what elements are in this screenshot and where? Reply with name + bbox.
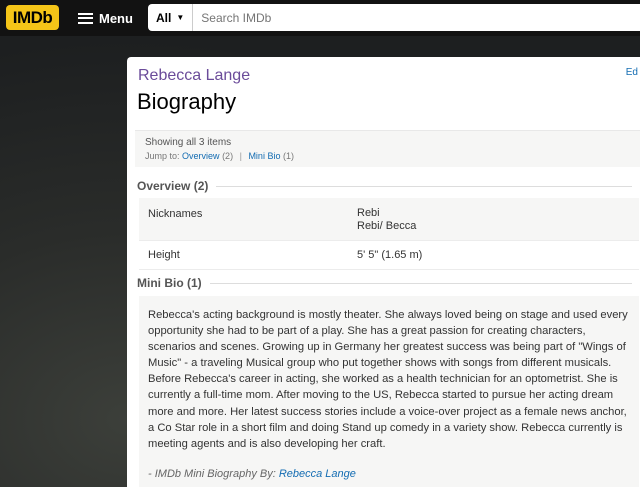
jump-minibio-link[interactable]: Mini Bio bbox=[248, 151, 280, 161]
imdb-logo[interactable]: IMDb bbox=[6, 5, 59, 30]
overview-heading-text: Overview (2) bbox=[137, 179, 209, 193]
heading-rule bbox=[216, 185, 632, 187]
search-category-label: All bbox=[156, 10, 172, 25]
height-value: 5' 5" (1.65 m) bbox=[357, 249, 423, 261]
caret-down-icon: ▼ bbox=[176, 13, 185, 22]
hamburger-icon bbox=[78, 12, 93, 24]
content-panel: Ed Rebecca Lange Biography Showing all 3… bbox=[127, 57, 640, 487]
table-row: Nicknames Rebi Rebi/ Becca bbox=[139, 198, 639, 241]
overview-table: Nicknames Rebi Rebi/ Becca Height 5' 5" … bbox=[139, 198, 639, 270]
byline-author-link[interactable]: Rebecca Lange bbox=[279, 468, 356, 480]
jump-minibio-count: (1) bbox=[282, 151, 294, 161]
divider: | bbox=[239, 151, 242, 161]
edit-link[interactable]: Ed bbox=[626, 67, 638, 78]
item-count: Showing all 3 items bbox=[145, 137, 232, 148]
minibio-block: Rebecca's acting background is mostly th… bbox=[139, 296, 639, 487]
minibio-byline: - IMDb Mini Biography By: Rebecca Lange bbox=[148, 468, 356, 480]
row-value: Rebi Rebi/ Becca bbox=[357, 207, 416, 233]
menu-label: Menu bbox=[99, 10, 133, 26]
table-row: Height 5' 5" (1.65 m) bbox=[139, 241, 639, 270]
row-key: Nicknames bbox=[148, 208, 203, 220]
jump-label: Jump to: bbox=[145, 151, 180, 161]
nickname-value: Rebi bbox=[357, 207, 380, 219]
top-navigation-bar: IMDb Menu All ▼ bbox=[0, 0, 640, 36]
nickname-value: Rebi/ Becca bbox=[357, 220, 417, 232]
menu-button[interactable]: Menu bbox=[78, 7, 133, 29]
byline-prefix: - IMDb Mini Biography By: bbox=[148, 468, 276, 480]
search-input[interactable] bbox=[193, 4, 634, 31]
person-name-link[interactable]: Rebecca Lange bbox=[138, 67, 250, 85]
heading-rule bbox=[209, 282, 632, 284]
minibio-heading-text: Mini Bio (1) bbox=[137, 276, 202, 290]
minibio-text: Rebecca's acting background is mostly th… bbox=[148, 309, 628, 450]
showing-summary: Showing all 3 items Jump to: Overview (2… bbox=[135, 130, 640, 167]
jump-overview-link[interactable]: Overview bbox=[182, 151, 220, 161]
search-bar: All ▼ bbox=[148, 4, 640, 31]
jump-overview-count: (2) bbox=[222, 151, 234, 161]
search-category-select[interactable]: All ▼ bbox=[148, 4, 194, 31]
minibio-heading: Mini Bio (1) bbox=[137, 276, 632, 290]
overview-heading: Overview (2) bbox=[137, 179, 632, 193]
jump-to-nav: Jump to: Overview (2) | Mini Bio (1) bbox=[145, 151, 294, 161]
page-title: Biography bbox=[137, 89, 237, 114]
row-key: Height bbox=[148, 249, 180, 261]
